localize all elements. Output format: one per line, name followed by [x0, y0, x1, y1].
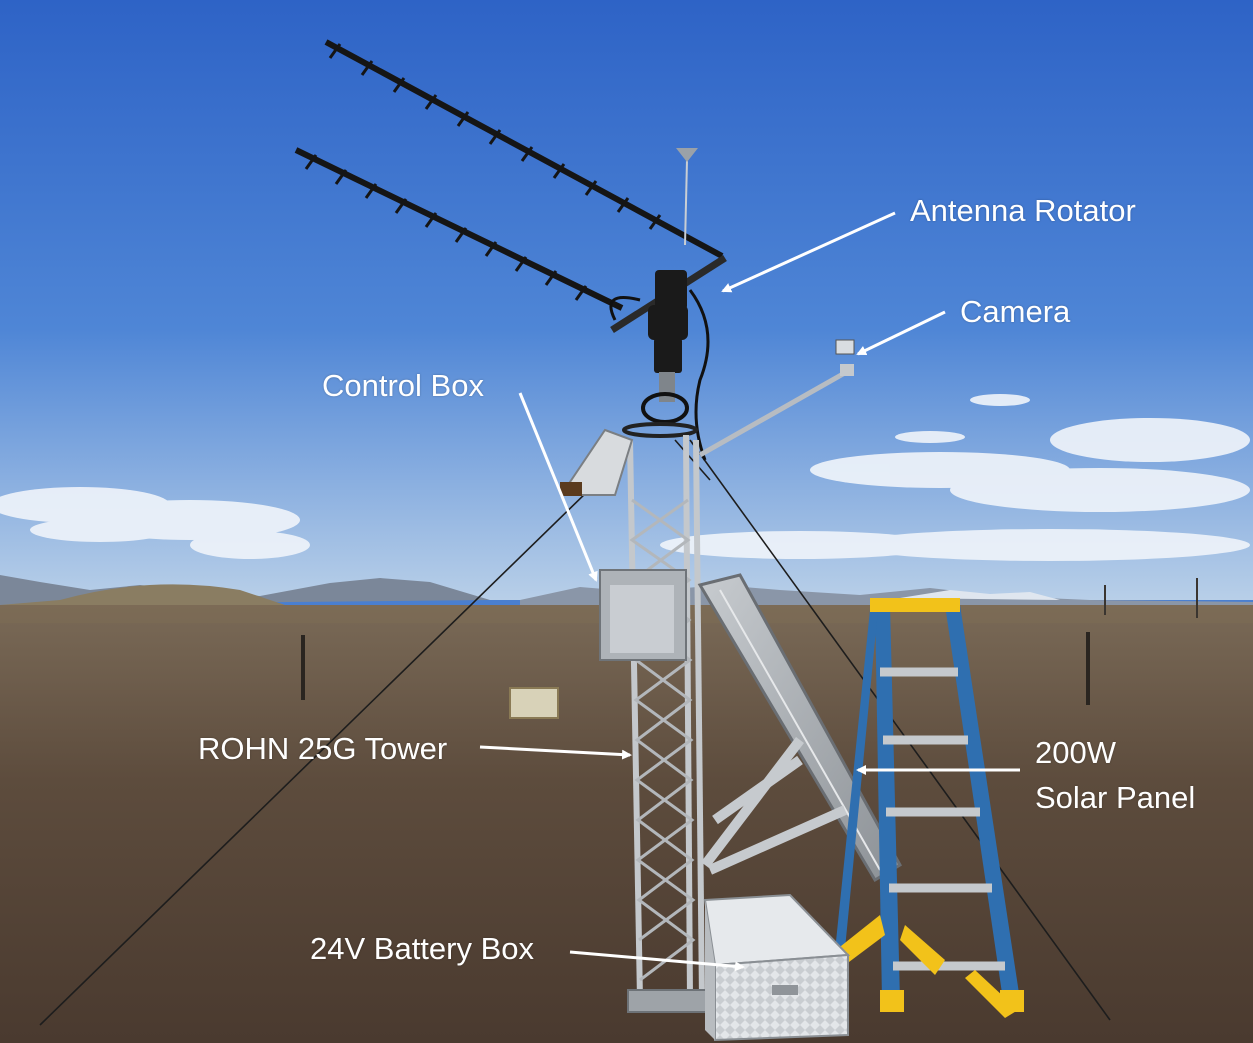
label-solar-panel: 200W Solar Panel — [1035, 730, 1195, 820]
label-antenna-rotator: Antenna Rotator — [910, 193, 1136, 228]
label-solar-panel-line1: 200W — [1035, 735, 1116, 770]
control-box — [599, 569, 687, 661]
ground — [0, 605, 1253, 1043]
field-station-photo — [0, 0, 1253, 1043]
label-control-box: Control Box — [322, 368, 484, 403]
label-camera: Camera — [960, 294, 1071, 329]
label-rohn-tower: ROHN 25G Tower — [198, 731, 448, 766]
label-battery-box: 24V Battery Box — [310, 931, 535, 966]
distant-box — [509, 687, 559, 719]
photo-stage: Antenna Rotator Camera Control Box ROHN … — [0, 0, 1253, 1043]
label-solar-panel-line2: Solar Panel — [1035, 780, 1196, 815]
